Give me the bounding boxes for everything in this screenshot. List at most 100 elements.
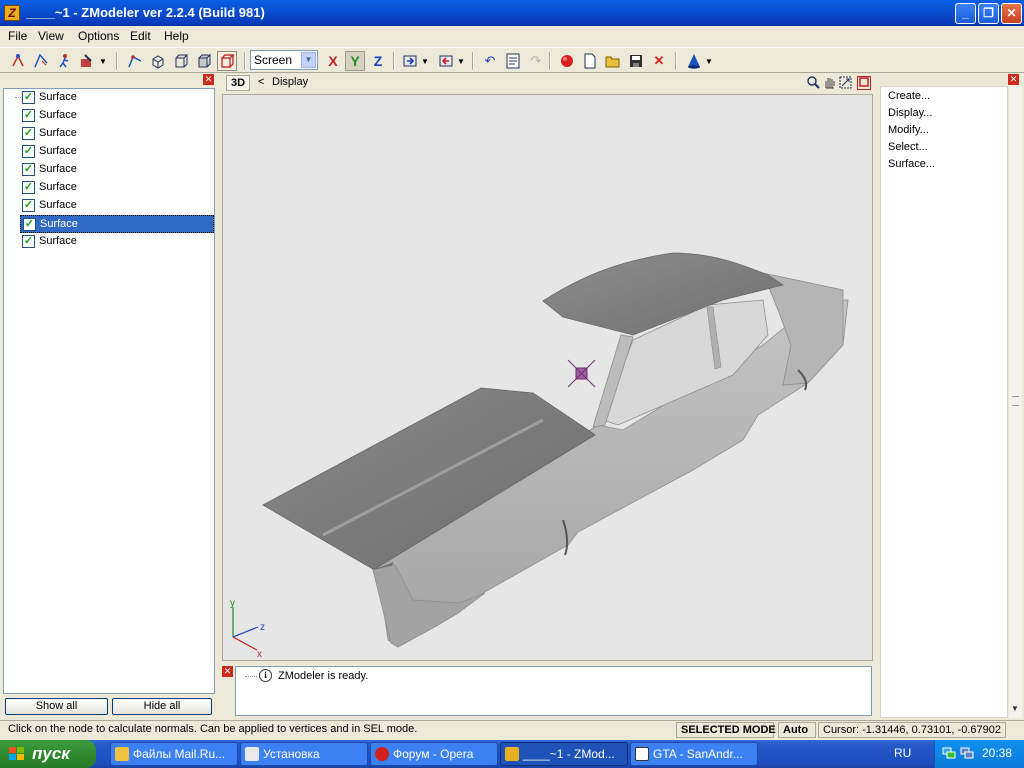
object-tool-icon[interactable] xyxy=(171,51,191,71)
command-display[interactable]: Display... xyxy=(888,107,932,119)
select-mode-icon[interactable] xyxy=(77,51,97,71)
list-item[interactable]: ✓ Surface xyxy=(20,197,214,215)
viewport-breadcrumb[interactable]: Display xyxy=(272,76,308,88)
language-indicator[interactable]: RU xyxy=(894,746,911,760)
snap-mode-indicator[interactable]: Auto xyxy=(778,722,816,738)
close-icon[interactable]: ✕ xyxy=(1008,74,1019,85)
chevron-down-icon[interactable]: ▼ xyxy=(419,51,431,71)
menu-options[interactable]: Options xyxy=(78,29,119,43)
list-item-selected[interactable]: ✓ Surface xyxy=(20,215,214,233)
3d-viewport[interactable]: y z x xyxy=(222,94,873,661)
pan-hand-icon[interactable] xyxy=(822,76,836,90)
visibility-checkbox[interactable]: ✓ xyxy=(22,91,35,104)
chevron-down-icon[interactable]: ▼ xyxy=(97,51,109,71)
zoom-extents-icon[interactable] xyxy=(838,76,852,90)
taskbar-item-active[interactable]: ____~1 - ZMod... xyxy=(500,742,628,766)
view-mode-button[interactable]: 3D xyxy=(226,75,250,91)
walk-icon[interactable] xyxy=(54,51,74,71)
axis-z-toggle[interactable]: Z xyxy=(368,51,388,71)
zmodeler-app-icon[interactable]: Z xyxy=(4,5,20,21)
maximize-button[interactable]: ❐ xyxy=(978,3,999,24)
select-edge-icon[interactable] xyxy=(31,51,51,71)
minimize-button[interactable]: _ xyxy=(955,3,976,24)
list-item[interactable]: ✓ Surface xyxy=(20,161,214,179)
delete-icon[interactable]: ✕ xyxy=(649,51,669,71)
clock[interactable]: 20:38 xyxy=(982,746,1012,760)
visibility-checkbox[interactable]: ✓ xyxy=(22,109,35,122)
visibility-checkbox[interactable]: ✓ xyxy=(22,163,35,176)
cube-tool-icon[interactable] xyxy=(194,51,214,71)
close-button[interactable]: ✕ xyxy=(1001,3,1022,24)
list-item[interactable]: ✓ Surface xyxy=(20,143,214,161)
visibility-checkbox[interactable]: ✓ xyxy=(22,181,35,194)
properties-icon[interactable] xyxy=(503,51,523,71)
menu-view[interactable]: View xyxy=(38,29,64,43)
list-item[interactable]: ✓ Surface xyxy=(20,233,214,251)
redo-icon[interactable]: ↷ xyxy=(526,51,546,71)
main-toolbar: ▼ Screen ▼ X Y Z ▼ ▼ ↶ ↷ ✕ ▼ xyxy=(0,47,1024,73)
axis-y-toggle[interactable]: Y xyxy=(345,51,365,71)
list-item[interactable]: ✓ Surface xyxy=(20,107,214,125)
scrollbar-grip-icon[interactable] xyxy=(1012,396,1019,406)
render-cone-icon[interactable] xyxy=(684,51,704,71)
chevron-down-icon[interactable]: ▼ xyxy=(455,51,467,71)
record-icon[interactable] xyxy=(557,51,577,71)
hide-all-button[interactable]: Hide all xyxy=(112,698,212,715)
list-item[interactable]: ✓ Surface xyxy=(20,125,214,143)
visibility-checkbox[interactable]: ✓ xyxy=(22,199,35,212)
selected-box-icon[interactable] xyxy=(217,51,237,71)
taskbar-item[interactable]: Файлы Mail.Ru... xyxy=(110,742,238,766)
visibility-checkbox[interactable]: ✓ xyxy=(22,145,35,158)
list-item-label: Surface xyxy=(40,218,78,230)
opera-icon xyxy=(375,747,389,761)
command-modify[interactable]: Modify... xyxy=(888,124,929,136)
box-tool-icon[interactable] xyxy=(148,51,168,71)
command-create[interactable]: Create... xyxy=(888,90,930,102)
taskbar-item[interactable]: Установка xyxy=(240,742,368,766)
command-list xyxy=(880,86,1008,718)
command-surface[interactable]: Surface... xyxy=(888,158,935,170)
visibility-checkbox[interactable]: ✓ xyxy=(22,235,35,248)
undo-icon[interactable]: ↶ xyxy=(480,51,500,71)
list-item[interactable]: ✓ Surface xyxy=(20,89,214,107)
taskbar-item-label: Файлы Mail.Ru... xyxy=(133,747,226,761)
menu-file[interactable]: File xyxy=(8,29,27,43)
taskbar-item[interactable]: Форум - Opera xyxy=(370,742,498,766)
close-icon[interactable]: ✕ xyxy=(222,666,233,677)
menu-bar: File View Options Edit Help xyxy=(0,26,1024,46)
menu-edit[interactable]: Edit xyxy=(130,29,151,43)
axis-x-toggle[interactable]: X xyxy=(323,51,343,71)
selection-mode-indicator[interactable]: SELECTED MODE xyxy=(676,722,776,738)
network-icon[interactable] xyxy=(960,746,974,760)
command-select[interactable]: Select... xyxy=(888,141,928,153)
open-folder-icon[interactable] xyxy=(603,51,623,71)
close-icon[interactable]: ✕ xyxy=(203,74,214,85)
show-all-button[interactable]: Show all xyxy=(5,698,108,715)
zmodeler-icon xyxy=(505,747,519,761)
object-list[interactable]: ✓ Surface ✓ Surface ✓ Surface ✓ Surface ✓ Sur… xyxy=(3,88,215,694)
taskbar-item[interactable]: GTA - SanAndr... xyxy=(630,742,758,766)
folder-icon xyxy=(115,747,129,761)
select-vertex-icon[interactable] xyxy=(8,51,28,71)
export-icon[interactable] xyxy=(436,51,456,71)
visibility-checkbox[interactable]: ✓ xyxy=(22,127,35,140)
visibility-checkbox[interactable]: ✓ xyxy=(23,218,36,231)
chevron-down-icon[interactable]: ▼ xyxy=(703,51,715,71)
maximize-viewport-icon[interactable] xyxy=(857,76,871,90)
import-icon[interactable] xyxy=(400,51,420,71)
viewport-header xyxy=(220,74,875,94)
new-file-icon[interactable] xyxy=(580,51,600,71)
network-icon[interactable] xyxy=(942,746,956,760)
coordinate-mode-select[interactable]: Screen ▼ xyxy=(250,50,318,70)
back-button[interactable]: < xyxy=(258,76,264,88)
pivot-marker[interactable] xyxy=(567,359,596,388)
car-model-render[interactable]: y z x xyxy=(223,95,874,662)
line-tool-icon[interactable] xyxy=(125,51,145,71)
save-icon[interactable] xyxy=(626,51,646,71)
menu-help[interactable]: Help xyxy=(164,29,189,43)
chevron-down-icon[interactable]: ▼ xyxy=(301,52,316,68)
zoom-icon[interactable] xyxy=(806,76,820,90)
list-item[interactable]: ✓ Surface xyxy=(20,179,214,197)
toolbar-separator xyxy=(244,52,246,70)
chevron-down-icon[interactable]: ▼ xyxy=(1011,704,1019,713)
